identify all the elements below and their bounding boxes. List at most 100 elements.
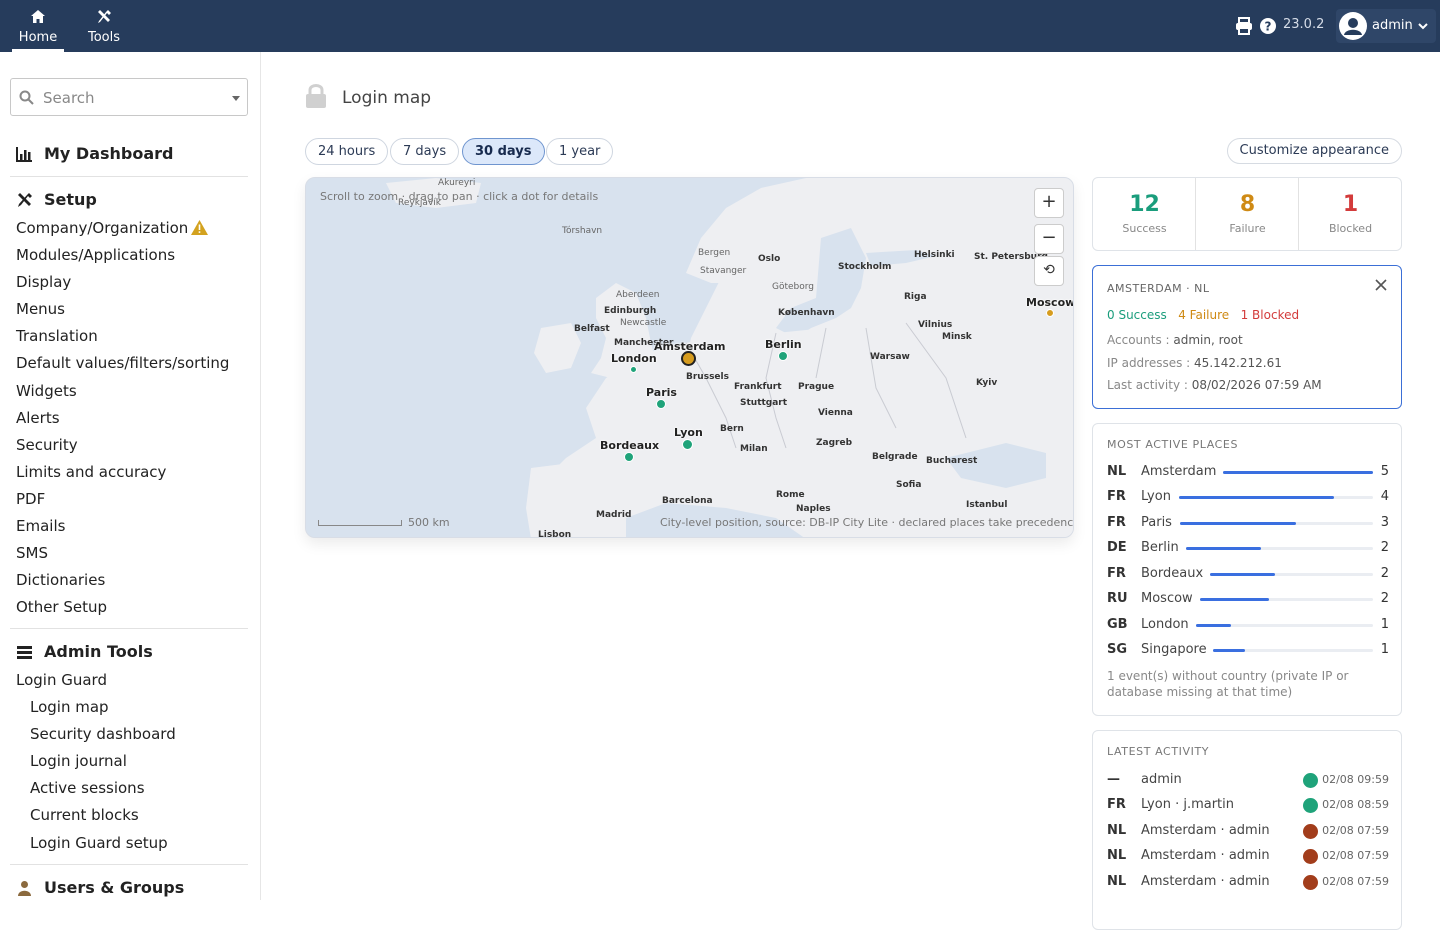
map-dot-lyon[interactable] [682, 439, 693, 450]
user-menu[interactable]: admin [1336, 9, 1436, 43]
printer-icon[interactable] [1235, 17, 1253, 35]
map-dot-paris[interactable] [656, 399, 666, 409]
place-row[interactable]: RU Moscow 2 [1107, 589, 1389, 609]
sidebar-item-limits[interactable]: Limits and accuracy [16, 463, 166, 481]
search-dropdown-caret[interactable] [232, 96, 240, 101]
stat-success-label: Success [1122, 222, 1167, 235]
nav-home[interactable]: Home [2, 0, 74, 52]
user-icon [1344, 18, 1362, 35]
place-country: RU [1107, 591, 1128, 606]
map-place-label: Belgrade [872, 452, 918, 462]
divider [10, 864, 248, 865]
sidebar-users-heading[interactable]: Users & Groups [16, 878, 184, 897]
sidebar-item-sms[interactable]: SMS [16, 544, 48, 562]
map-place-label: Rome [776, 490, 805, 500]
map-place-label: Helsinki [914, 250, 955, 260]
place-row[interactable]: NL Amsterdam 5 [1107, 462, 1389, 482]
zoom-in-button[interactable]: + [1034, 188, 1064, 218]
place-bar-fill [1179, 496, 1334, 499]
sidebar-item-menus[interactable]: Menus [16, 300, 65, 318]
svg-text:?: ? [1265, 20, 1272, 34]
sidebar-item-security[interactable]: Security [16, 436, 78, 454]
place-bar-fill [1210, 573, 1275, 576]
sidebar-item-current-blocks[interactable]: Current blocks [30, 806, 139, 824]
sidebar-item-login-guard[interactable]: Login Guard [16, 671, 107, 689]
sidebar-item-security-dashboard[interactable]: Security dashboard [30, 725, 176, 743]
sidebar-item-login-guard-setup[interactable]: Login Guard setup [30, 834, 168, 852]
place-row[interactable]: DE Berlin 2 [1107, 538, 1389, 558]
sidebar-admin-heading[interactable]: Admin Tools [16, 642, 153, 661]
sidebar-item-modules[interactable]: Modules/Applications [16, 246, 175, 264]
sidebar-item-company[interactable]: Company/Organization [16, 219, 209, 237]
sidebar-item-dictionaries[interactable]: Dictionaries [16, 571, 105, 589]
sidebar-setup-heading[interactable]: Setup [16, 190, 97, 209]
detail-last-value: 08/02/2026 07:59 AM [1191, 378, 1322, 392]
map-dot-amsterdam[interactable] [681, 351, 696, 366]
activity-row[interactable]: NL Amsterdam · admin 02/08 07:59 [1107, 846, 1389, 866]
search-input[interactable]: Search [10, 78, 248, 116]
map-dot-bordeaux[interactable] [624, 452, 634, 462]
map-place-label: Bergen [698, 248, 731, 258]
activity-row[interactable]: — admin 02/08 09:59 [1107, 770, 1389, 790]
sidebar-item-other-setup[interactable]: Other Setup [16, 598, 107, 616]
map-place-label: Belfast [574, 324, 610, 334]
place-count: 1 [1380, 617, 1389, 632]
place-row[interactable]: GB London 1 [1107, 615, 1389, 635]
place-row[interactable]: FR Lyon 4 [1107, 487, 1389, 507]
range-30d-button[interactable]: 30 days [462, 138, 545, 165]
range-7d-button[interactable]: 7 days [390, 138, 460, 165]
map-dot-moscow[interactable] [1046, 309, 1054, 317]
place-bar-fill [1186, 547, 1261, 550]
activity-status-dot [1303, 849, 1318, 864]
activity-row[interactable]: NL Amsterdam · admin 02/08 07:59 [1107, 821, 1389, 841]
user-icon [18, 881, 31, 896]
sidebar-item-login-map[interactable]: Login map [30, 698, 109, 716]
map-place-label: Barcelona [662, 496, 713, 506]
sidebar-item-display[interactable]: Display [16, 273, 71, 291]
range-24h-button[interactable]: 24 hours [305, 138, 389, 165]
nav-tools[interactable]: Tools [68, 0, 140, 52]
map-place-label: Prague [798, 382, 835, 392]
range-1y-button[interactable]: 1 year [546, 138, 614, 165]
sidebar-item-defaults[interactable]: Default values/filters/sorting [16, 354, 229, 372]
divider [10, 628, 248, 629]
place-country: FR [1107, 489, 1126, 504]
place-city: London [1141, 617, 1189, 632]
sidebar-dashboard[interactable]: My Dashboard [16, 144, 174, 163]
activity-row[interactable]: NL Amsterdam · admin 02/08 07:59 [1107, 872, 1389, 892]
sidebar-item-translation[interactable]: Translation [16, 327, 98, 345]
place-bar-fill [1196, 624, 1231, 627]
sidebar-item-active-sessions[interactable]: Active sessions [30, 779, 145, 797]
place-city: Moscow [1141, 591, 1193, 606]
map-dot-london[interactable] [630, 366, 637, 373]
detail-accounts-value: admin, root [1173, 333, 1243, 347]
customize-appearance-button[interactable]: Customize appearance [1226, 138, 1402, 164]
activity-country: NL [1107, 823, 1127, 838]
sidebar-item-pdf[interactable]: PDF [16, 490, 45, 508]
close-icon[interactable] [1375, 279, 1387, 291]
sidebar-item-login-journal[interactable]: Login journal [30, 752, 127, 770]
map-place-label: Göteborg [772, 282, 815, 292]
place-row[interactable]: SG Singapore 1 [1107, 640, 1389, 660]
tools-icon [18, 193, 32, 207]
activity-row[interactable]: FR Lyon · j.martin 02/08 08:59 [1107, 795, 1389, 815]
map-place-label: Bucharest [926, 456, 978, 466]
version-label: 23.0.2 [1283, 17, 1325, 32]
place-row[interactable]: FR Paris 3 [1107, 513, 1389, 533]
map-dot-berlin[interactable] [778, 351, 788, 361]
sidebar-admin-label: Admin Tools [44, 642, 153, 661]
login-map[interactable]: Reykjavík Akureyri Tórshavn Bergen Stava… [305, 177, 1074, 538]
sidebar-item-emails[interactable]: Emails [16, 517, 65, 535]
map-place-label: Stavanger [700, 266, 747, 276]
zoom-out-button[interactable]: − [1034, 224, 1064, 254]
place-row[interactable]: FR Bordeaux 2 [1107, 564, 1389, 584]
latest-activity-panel: LATEST ACTIVITY — admin 02/08 09:59 FR Lyon … [1092, 730, 1402, 930]
detail-accounts-label: Accounts : [1107, 333, 1174, 347]
tools-icon [98, 10, 111, 23]
reset-view-button[interactable]: ⟲ [1034, 256, 1064, 286]
activity-text: Amsterdam · admin [1141, 823, 1270, 838]
sidebar-item-alerts[interactable]: Alerts [16, 409, 60, 427]
help-icon[interactable]: ? [1259, 17, 1277, 35]
map-place-label: Brussels [686, 372, 729, 382]
sidebar-item-widgets[interactable]: Widgets [16, 382, 77, 400]
